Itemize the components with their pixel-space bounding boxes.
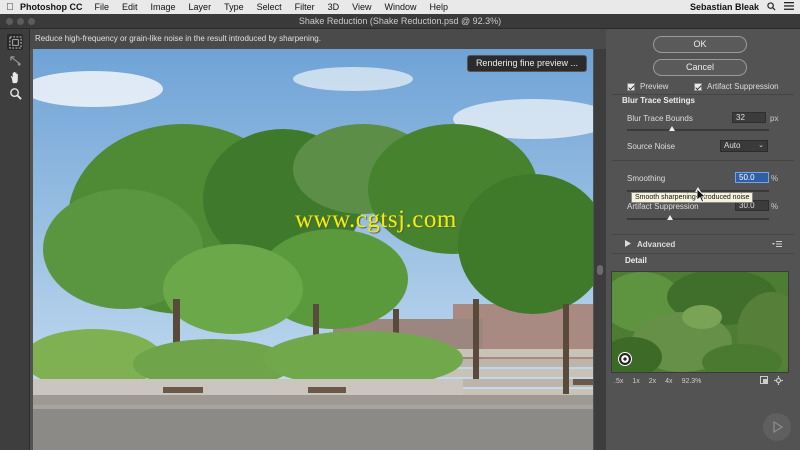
zoom-current-value: 92.3% [681,378,702,385]
menu-edit[interactable]: Edit [122,2,138,12]
menu-window[interactable]: Window [384,2,416,12]
search-icon[interactable] [767,1,776,13]
detail-focus-icon[interactable] [618,352,632,366]
direction-icon [9,55,21,66]
advanced-label: Advanced [637,240,676,249]
zoom-window-button[interactable] [28,18,35,25]
smoothing-label: Smoothing [627,174,666,183]
zoom-1x-button[interactable]: 1x [632,378,639,385]
blur-trace-bounds-knob[interactable] [669,126,676,131]
list-menu-icon[interactable] [784,2,794,12]
divider [612,234,794,235]
source-noise-select[interactable]: Auto ⌄ [720,140,768,152]
image-preview[interactable]: Rendering fine preview ... www.cgtsj.com [33,49,593,450]
chevron-down-icon: ⌄ [758,142,764,149]
blur-trace-bounds-label: Blur Trace Bounds [627,114,693,123]
detail-zoom-levels: .5x 1x 2x 4x 92.3% [614,378,701,385]
artifact-suppression-slider[interactable] [627,218,769,220]
menu-bar:  Photoshop CC File Edit Image Layer Typ… [0,0,800,14]
hand-tool[interactable] [7,69,23,85]
zoom-tool[interactable] [7,85,23,101]
smoothing-input[interactable]: 50.0 [735,172,769,183]
source-noise-label: Source Noise [627,142,676,151]
park-photo [33,49,593,450]
menu-image[interactable]: Image [151,2,176,12]
play-button[interactable] [763,413,791,441]
apple-icon[interactable]:  [0,2,20,13]
detail-heading: Detail [625,256,647,265]
undock-icon[interactable] [760,376,768,387]
panel-menu-icon[interactable] [772,240,782,250]
close-window-button[interactable] [6,18,13,25]
user-name[interactable]: Sebastian Bleak [690,2,759,12]
artifact-suppression-unit: % [771,202,779,211]
artifact-suppression-checkbox[interactable]: Artifact Suppression [694,82,779,91]
minimize-window-button[interactable] [17,18,24,25]
blur-trace-bounds-unit: px [770,114,779,123]
zoom-4x-button[interactable]: 4x [665,378,672,385]
hand-icon [10,71,18,83]
ok-button[interactable]: OK [653,36,747,53]
blur-trace-bounds-slider[interactable] [627,129,769,131]
blur-trace-heading: Blur Trace Settings [622,96,695,105]
blur-direction-tool[interactable] [7,53,23,69]
dialog-title: Shake Reduction (Shake Reduction.psd @ 9… [298,16,502,26]
menu-help[interactable]: Help [429,2,448,12]
disclosure-triangle-icon [625,240,631,249]
menu-3d[interactable]: 3D [328,2,340,12]
menu-filter[interactable]: Filter [295,2,315,12]
gear-icon[interactable] [774,376,783,387]
source-noise-value: Auto [724,141,741,150]
menu-file[interactable]: File [95,2,110,12]
advanced-section-toggle[interactable]: Advanced [625,240,675,249]
dialog-title-bar: Shake Reduction (Shake Reduction.psd @ 9… [0,14,800,29]
menu-layer[interactable]: Layer [189,2,212,12]
marquee-icon [8,35,22,49]
divider [612,160,794,161]
window-controls [6,18,35,25]
menu-view[interactable]: View [352,2,371,12]
artifact-checkbox-label: Artifact Suppression [707,82,779,91]
rendering-status-badge: Rendering fine preview ... [466,55,587,72]
blur-estimation-tool[interactable] [7,34,23,50]
play-icon [773,421,783,433]
artifact-checkbox-box[interactable] [694,82,702,91]
preview-checkbox-label: Preview [640,82,669,91]
divider [612,94,794,95]
artifact-suppression-knob[interactable] [666,215,673,220]
detail-loupe[interactable] [611,271,789,373]
app-name-menu[interactable]: Photoshop CC [20,2,83,12]
smoothing-tooltip: Smooth sharpening-introduced noise [631,192,754,203]
menu-select[interactable]: Select [257,2,282,12]
menubar-status: Sebastian Bleak [690,1,800,13]
scroll-handle[interactable] [597,265,603,275]
tool-strip [0,29,30,450]
watermark-text: www.cgtsj.com [295,206,457,233]
menu-type[interactable]: Type [224,2,244,12]
preview-checkbox[interactable]: Preview [627,82,668,91]
preview-checkbox-box[interactable] [627,82,635,91]
mouse-cursor-icon [696,188,707,205]
smoothing-unit: % [771,174,779,183]
zoom-2x-button[interactable]: 2x [649,378,656,385]
divider [612,253,794,254]
hint-bar: Reduce high-frequency or grain-like nois… [30,29,606,49]
preview-scrollbar[interactable] [594,49,606,450]
settings-panel: OK Cancel Preview Artifact Suppression B… [606,29,800,450]
detail-actions [760,376,783,387]
blur-trace-bounds-input[interactable]: 32 [732,112,766,123]
magnifier-icon [9,87,22,100]
detail-photo [612,272,788,372]
zoom-half-button[interactable]: .5x [614,378,623,385]
artifact-suppression-label: Artifact Suppression [627,202,699,211]
cancel-button[interactable]: Cancel [653,59,747,76]
